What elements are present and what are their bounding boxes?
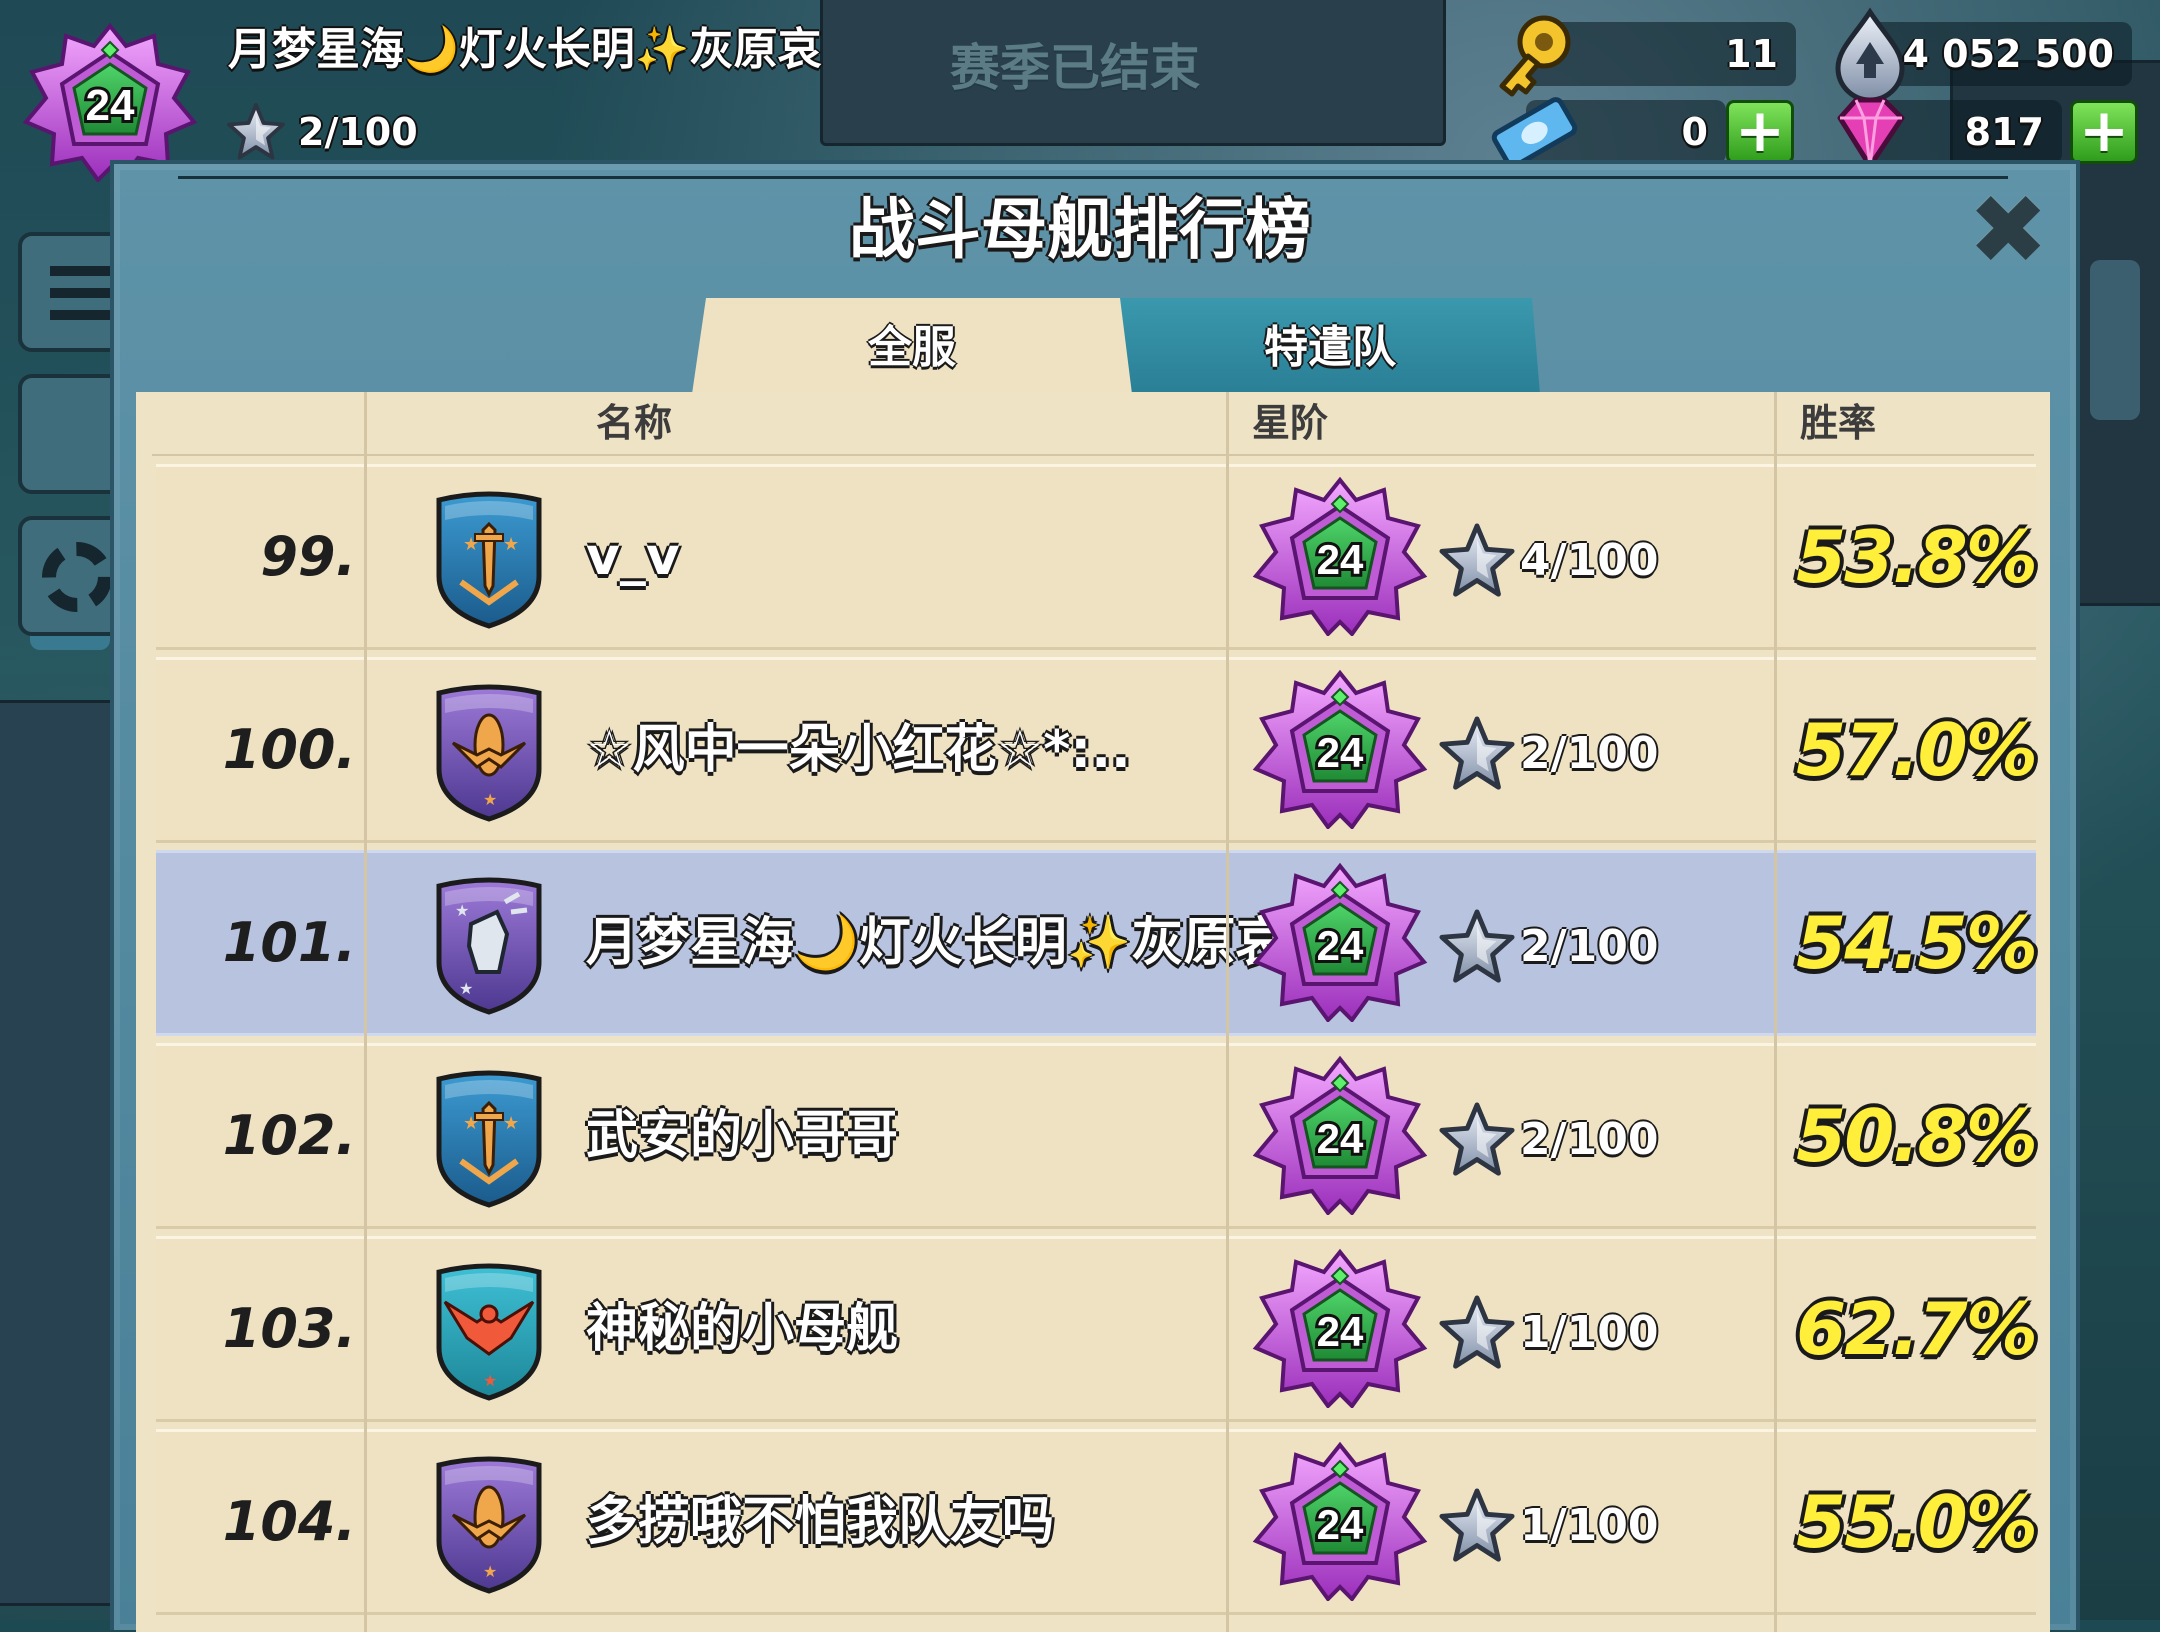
header-separator: [152, 454, 2034, 456]
row-player-name: v_v: [586, 527, 680, 587]
table-row[interactable]: 103. ★ 神秘的小母舰 24 1/100 62.7%: [156, 1236, 2038, 1422]
row-winrate: 54.5%: [1796, 901, 2038, 985]
row-star-progress: 2/100: [1520, 921, 1659, 972]
keys-counter: 11: [1499, 15, 1796, 97]
player-level: 24: [86, 81, 135, 130]
row-rank-badge-icon: 24: [1252, 1441, 1428, 1601]
tab-task-force[interactable]: 特遣队: [1120, 298, 1540, 394]
table-row-current-player[interactable]: 101. ★ ★ 月梦星海🌙灯火长明✨灰原哀 24 2/100 54.5%: [156, 850, 2038, 1036]
svg-text:★: ★: [503, 1113, 519, 1134]
alliance-emblem-icon: ★: [436, 684, 542, 822]
silver-star-icon: [226, 102, 286, 162]
row-player-name: 武安的小哥哥: [586, 1106, 899, 1166]
silver-star-icon: [1438, 908, 1516, 986]
alliance-emblem-icon: ★: [436, 1456, 542, 1594]
player-star-progress: 2/100: [226, 104, 418, 160]
svg-text:★: ★: [463, 1113, 479, 1134]
silver-star-icon: [1438, 1487, 1516, 1565]
gems-value: 817: [1964, 110, 2044, 154]
row-level: 24: [1317, 536, 1364, 583]
player-name: 月梦星海🌙灯火长明✨灰原哀: [228, 24, 822, 75]
silver-star-icon: [1438, 522, 1516, 600]
column-divider: [1226, 392, 1229, 1632]
row-player-name: 多捞哦不怕我队友吗: [586, 1492, 1055, 1552]
table-row[interactable]: 102. ★ ★ 武安的小哥哥 24 2/100 50.8%: [156, 1043, 2038, 1229]
row-star-progress: 2/100: [1520, 1114, 1659, 1165]
row-rank-badge-icon: 24: [1252, 1248, 1428, 1408]
row-level: 24: [1317, 729, 1364, 776]
svg-text:★: ★: [503, 534, 519, 555]
add-gems-button[interactable]: +: [2070, 100, 2138, 164]
row-rank: 102.: [222, 1104, 356, 1167]
pipe: [2090, 260, 2140, 420]
intel-counter: 4 052 500: [1835, 7, 2132, 102]
row-player-name: 月梦星海🌙灯火长明✨灰原哀: [586, 913, 1288, 973]
top-hud: 24 月梦星海🌙灯火长明✨灰原哀 2/100 赛季已结束 11 4 052 50…: [0, 0, 2160, 170]
svg-text:★: ★: [463, 534, 479, 555]
alliance-emblem-icon: ★: [436, 1263, 542, 1401]
player-rank-badge[interactable]: 24: [12, 22, 208, 182]
row-rank-badge-icon: 24: [1252, 1055, 1428, 1215]
season-status: 赛季已结束: [950, 39, 1200, 97]
alliance-emblem-icon: ★★: [436, 1070, 542, 1208]
column-header-name: 名称: [596, 401, 673, 445]
row-winrate: 62.7%: [1796, 1287, 2038, 1371]
row-player-name: 神秘的小母舰: [586, 1299, 899, 1359]
table-row[interactable]: 99. ★ ★ v_v 24 4/100 53.8%: [156, 464, 2038, 650]
row-level: 24: [1317, 1308, 1364, 1355]
row-winrate: 50.8%: [1796, 1094, 2038, 1178]
alliance-emblem-icon: ★★: [436, 877, 542, 1015]
row-rank: 100.: [222, 718, 356, 781]
row-winrate: 57.0%: [1796, 708, 2038, 792]
column-header-rank: 星阶: [1252, 401, 1329, 445]
tickets-counter: 0: [1491, 97, 1726, 169]
row-star-progress: 1/100: [1520, 1500, 1659, 1551]
svg-text:★: ★: [455, 901, 469, 920]
silver-star-icon: [1438, 1101, 1516, 1179]
add-tickets-button[interactable]: +: [1726, 100, 1794, 164]
alliance-emblem-icon: ★★: [436, 491, 542, 629]
svg-text:★: ★: [483, 1371, 497, 1390]
row-rank: 101.: [222, 911, 356, 974]
row-level: 24: [1317, 1501, 1364, 1548]
row-star-progress: 1/100: [1520, 1307, 1659, 1358]
tickets-value: 0: [1681, 110, 1708, 154]
tab-global[interactable]: 全服: [692, 298, 1132, 394]
table-row[interactable]: 100. ★ ☆风中一朵小红花☆*:.. 24 2/100 57.0%: [156, 657, 2038, 843]
row-level: 24: [1317, 1115, 1364, 1162]
row-winrate: 53.8%: [1796, 515, 2038, 599]
row-star-progress: 4/100: [1520, 535, 1659, 586]
player-star-progress-text: 2/100: [298, 110, 418, 154]
svg-text:★: ★: [483, 790, 497, 809]
silver-star-icon: [1438, 1294, 1516, 1372]
row-rank: 104.: [222, 1490, 356, 1553]
close-icon[interactable]: ✖: [1968, 182, 2048, 278]
row-level: 24: [1317, 922, 1364, 969]
column-header-winrate: 胜率: [1800, 401, 1877, 445]
row-rank: 99.: [260, 525, 356, 588]
gems-counter: 817: [1837, 97, 2062, 169]
row-rank-badge-icon: 24: [1252, 476, 1428, 636]
row-winrate: 55.0%: [1796, 1480, 2038, 1564]
intel-value: 4 052 500: [1902, 32, 2114, 76]
column-divider: [1774, 392, 1777, 1632]
row-rank: 103.: [222, 1297, 356, 1360]
column-divider: [364, 392, 367, 1632]
row-star-progress: 2/100: [1520, 728, 1659, 779]
row-rank-badge-icon: 24: [1252, 669, 1428, 829]
keys-value: 11: [1725, 32, 1778, 76]
table-row[interactable]: 104. ★ 多捞哦不怕我队友吗 24 1/100 55.0%: [156, 1429, 2038, 1615]
svg-text:★: ★: [459, 979, 473, 998]
panel-title: 战斗母舰排行榜: [849, 191, 1311, 268]
gear-icon: [42, 542, 112, 612]
row-rank-badge-icon: 24: [1252, 862, 1428, 1022]
silver-star-icon: [1438, 715, 1516, 793]
row-player-name: ☆风中一朵小红花☆*:..: [586, 720, 1131, 780]
svg-text:★: ★: [483, 1562, 497, 1581]
leaderboard-table: 名称 星阶 胜率 99. ★ ★ v_v 24 4/100 53.8% 100. ★ ☆风中一朵小…: [136, 392, 2050, 1632]
